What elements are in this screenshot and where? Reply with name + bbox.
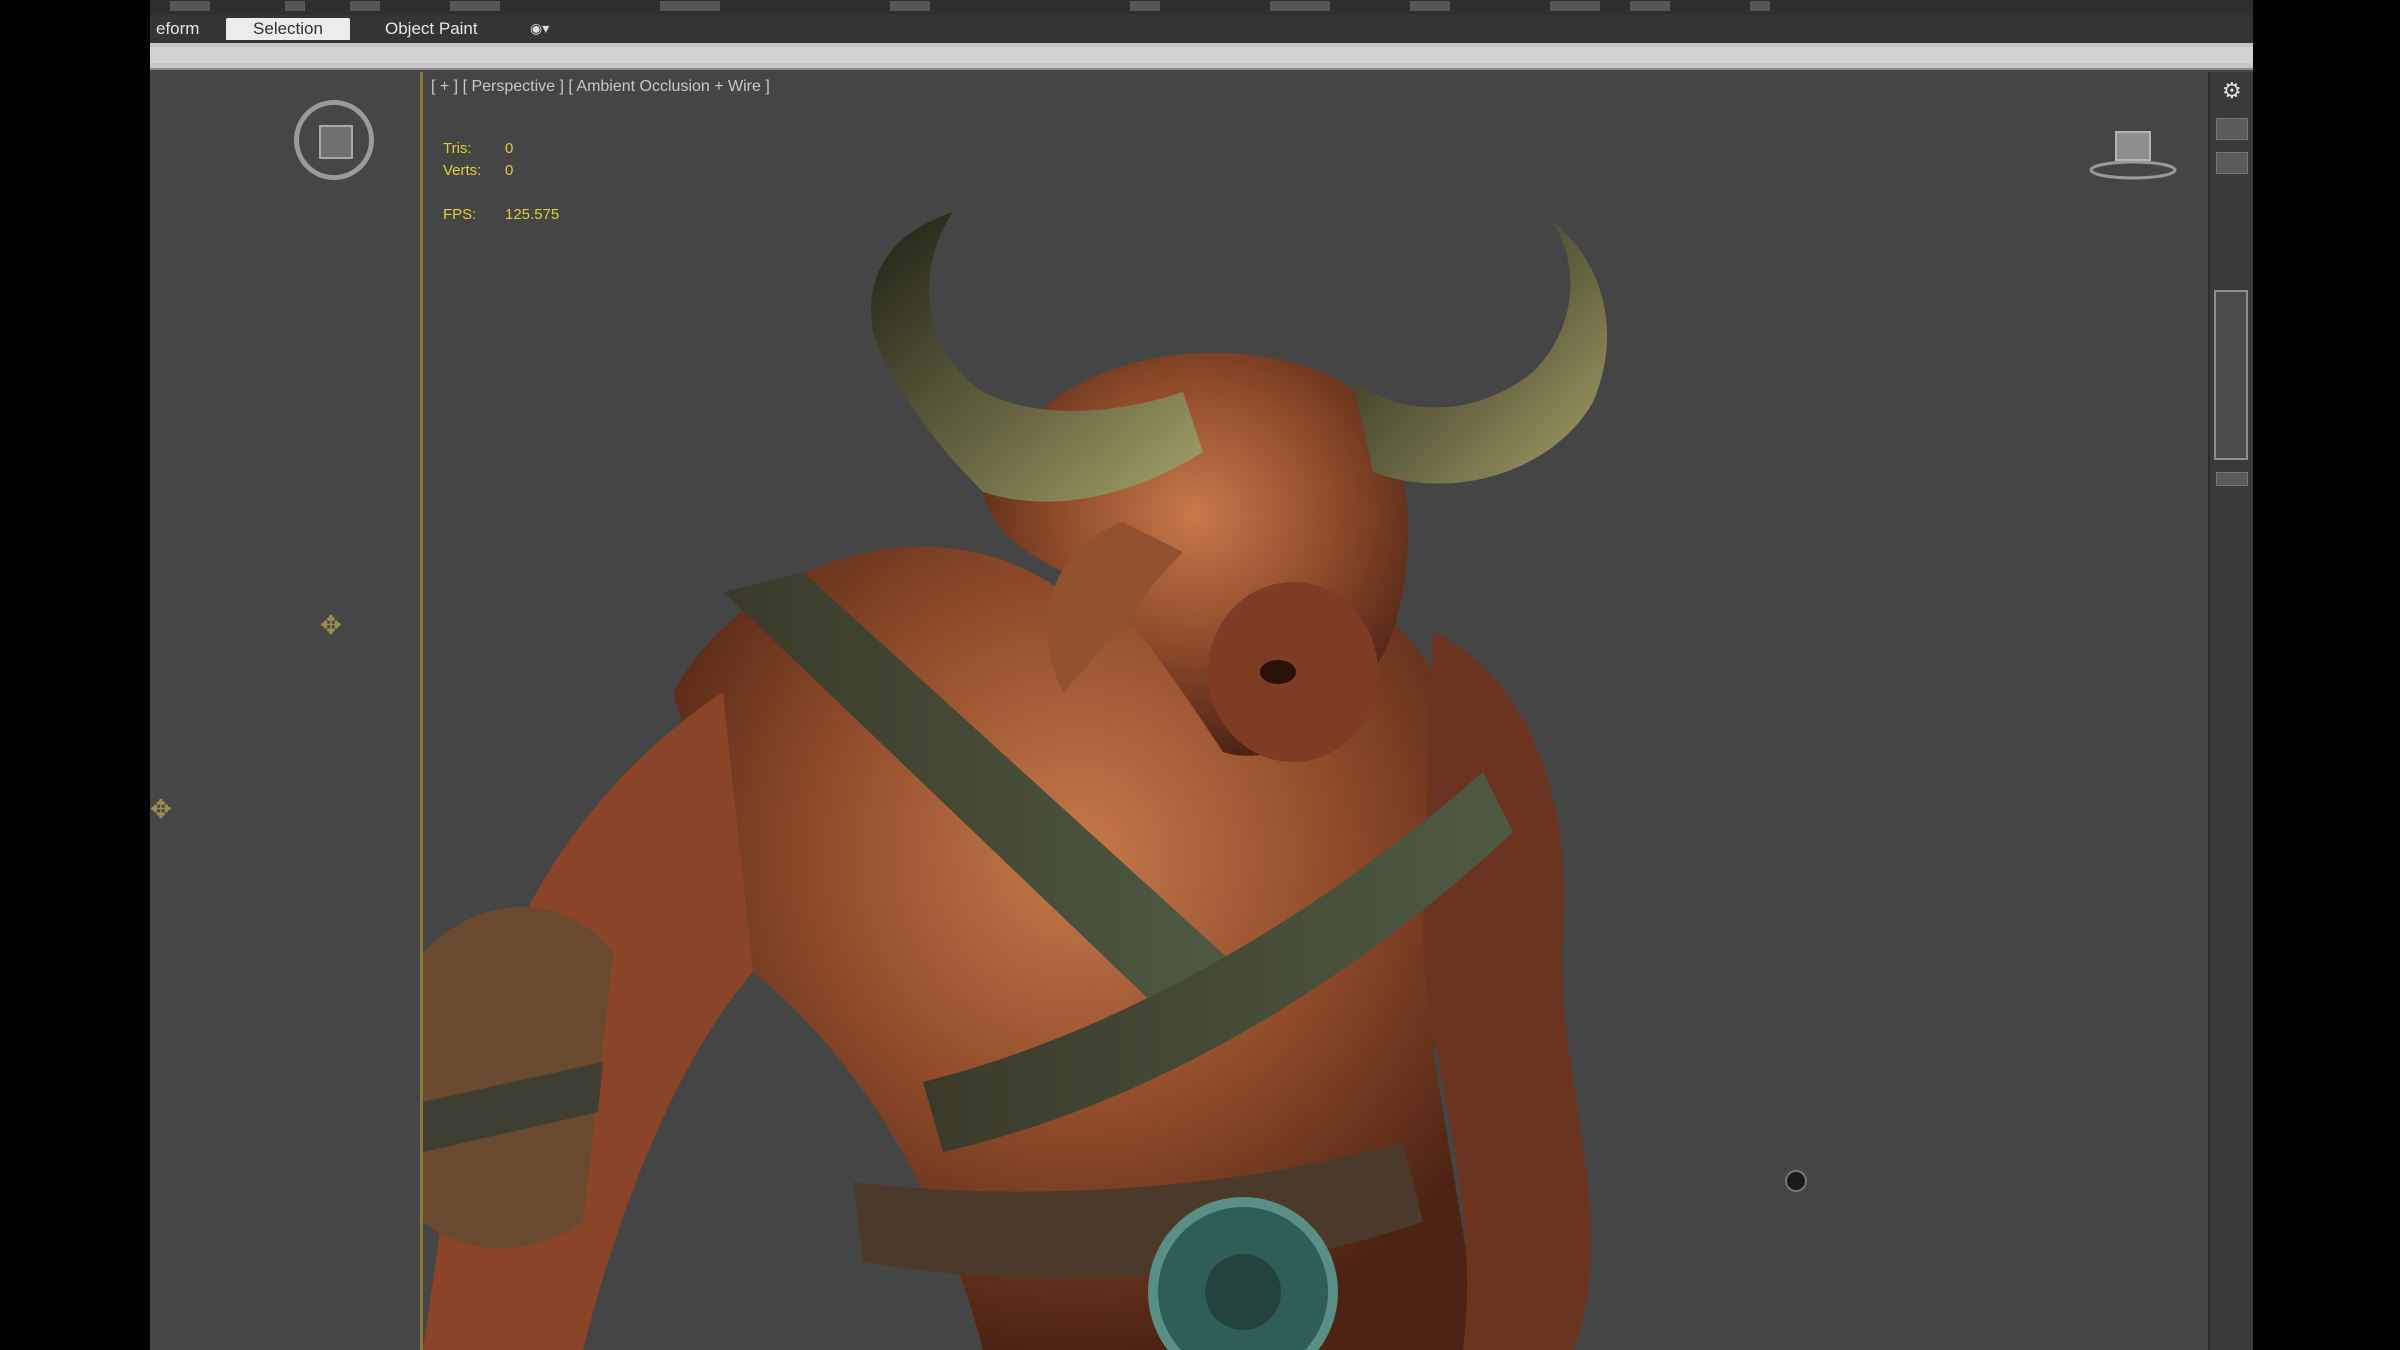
3d-editor-window: eform Selection Object Paint ◉▾ ✥ ✥ [+ …: [150, 0, 2253, 1350]
command-panel: ⚙: [2208, 72, 2253, 1350]
stat-row-fps: FPS: 125.575: [443, 204, 559, 226]
stat-label: Tris:: [443, 140, 472, 157]
command-panel-scroll[interactable]: [2214, 290, 2248, 460]
toolbar-icon[interactable]: [1550, 1, 1600, 11]
toolbar-icon[interactable]: [1750, 1, 1770, 11]
tab-selection[interactable]: Selection: [226, 18, 350, 40]
stat-value: 0: [505, 162, 514, 179]
mouse-cursor-icon: [1785, 1170, 1807, 1192]
stat-row-tris: Tris: 0: [443, 138, 559, 160]
viewcube-icon[interactable]: [294, 100, 374, 180]
navigation-cube-icon[interactable]: [2088, 122, 2178, 182]
toolbar-icon[interactable]: [1410, 1, 1450, 11]
viewport-statistics: Tris: 0 Verts: 0 FPS: 125.575: [443, 138, 559, 226]
ribbon-options-icon[interactable]: ◉▾: [530, 21, 552, 35]
toolbar-icon[interactable]: [890, 1, 930, 11]
ribbon-tab-bar: eform Selection Object Paint ◉▾: [150, 15, 2253, 43]
left-viewport[interactable]: ✥ ✥: [150, 72, 422, 1350]
stat-label: Verts:: [443, 162, 482, 179]
pivot-cross-icon: ✥: [150, 794, 172, 824]
stat-value: 0: [505, 140, 514, 157]
stat-value: 125.575: [505, 206, 560, 223]
stat-row-verts: Verts: 0: [443, 160, 559, 182]
tab-eform[interactable]: eform: [150, 18, 209, 40]
perspective-viewport[interactable]: [ + ] [ Perspective ] [ Ambient Occlusio…: [422, 72, 2206, 1350]
viewport-label[interactable]: [ + ] [ Perspective ] [ Ambient Occlusio…: [431, 78, 770, 96]
command-panel-button[interactable]: [2216, 118, 2248, 140]
pivot-cross-icon: ✥: [320, 610, 342, 640]
minotaur-model-render: [423, 212, 1608, 1350]
toolbar-icon[interactable]: [660, 1, 720, 11]
toolbar-icon[interactable]: [285, 1, 305, 11]
toolbar-icon[interactable]: [1630, 1, 1670, 11]
ribbon-panel: [150, 43, 2253, 70]
viewcube-face[interactable]: [319, 125, 353, 159]
command-panel-button[interactable]: [2216, 472, 2248, 486]
stat-label: FPS:: [443, 206, 477, 223]
toolbar-icon[interactable]: [450, 1, 500, 11]
toolbar-icon[interactable]: [170, 1, 210, 11]
ribbon-panel-body: [150, 47, 2253, 63]
command-panel-button[interactable]: [2216, 152, 2248, 174]
tab-object-paint[interactable]: Object Paint: [375, 18, 488, 40]
gear-icon[interactable]: ⚙: [2222, 78, 2242, 104]
toolbar-icon[interactable]: [350, 1, 380, 11]
toolbar-icon[interactable]: [1270, 1, 1330, 11]
toolbar-icon[interactable]: [1130, 1, 1160, 11]
main-toolbar: [150, 0, 2253, 15]
